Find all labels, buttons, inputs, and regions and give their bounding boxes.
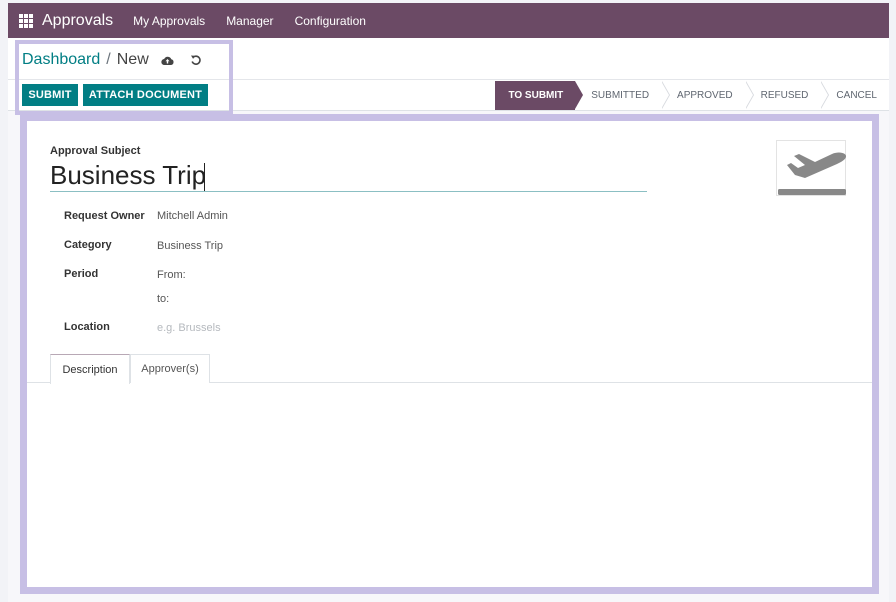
stage-label: SUBMITTED — [591, 90, 650, 101]
stage-submitted[interactable]: SUBMITTED — [575, 81, 671, 110]
stage-refused[interactable]: REFUSED — [744, 81, 830, 110]
category-image[interactable] — [776, 140, 847, 196]
status-bar: TO SUBMIT SUBMITTED APPROVED REFUSED CAN… — [495, 81, 883, 110]
request-owner-label: Request Owner — [64, 210, 145, 222]
breadcrumb: Dashboard / New — [22, 49, 203, 71]
stage-cancel[interactable]: CANCEL — [820, 81, 883, 110]
period-from-field[interactable]: From: — [157, 269, 186, 281]
stage-label: REFUSED — [760, 90, 809, 101]
form-sheet: Approval Subject Request Owner Mitchell … — [27, 121, 872, 587]
stage-label: APPROVED — [677, 90, 733, 101]
airplane-departure-icon — [778, 152, 847, 195]
stage-label: TO SUBMIT — [508, 90, 564, 101]
tab-description[interactable]: Description — [50, 354, 130, 384]
highlight-box-form: Approval Subject Request Owner Mitchell … — [20, 114, 879, 594]
cloud-upload-icon[interactable] — [161, 53, 175, 67]
control-panel-divider — [8, 79, 889, 80]
breadcrumb-dashboard[interactable]: Dashboard — [22, 51, 100, 69]
control-panel: Dashboard / New SUBMIT ATTACH DOCUMENT T… — [8, 38, 889, 111]
app-brand[interactable]: Approvals — [42, 12, 113, 30]
stage-approved[interactable]: APPROVED — [661, 81, 754, 110]
location-label: Location — [64, 321, 110, 333]
category-value[interactable]: Business Trip — [157, 240, 223, 252]
breadcrumb-current: New — [116, 51, 149, 68]
undo-icon[interactable] — [189, 53, 203, 67]
app-window: Approvals My Approvals Manager Configura… — [8, 3, 889, 602]
category-label: Category — [64, 239, 112, 251]
request-owner-value[interactable]: Mitchell Admin — [157, 210, 228, 222]
nav-my-approvals[interactable]: My Approvals — [133, 14, 205, 28]
nav-configuration[interactable]: Configuration — [295, 14, 366, 28]
period-to-field[interactable]: to: — [157, 293, 169, 305]
apps-grid-icon[interactable] — [19, 13, 33, 28]
text-caret — [204, 163, 205, 191]
submit-button[interactable]: SUBMIT — [22, 84, 78, 106]
tab-approvers[interactable]: Approver(s) — [130, 354, 210, 383]
attach-document-button[interactable]: ATTACH DOCUMENT — [83, 84, 208, 106]
breadcrumb-separator: / — [106, 51, 111, 68]
approval-subject-label: Approval Subject — [50, 145, 141, 157]
period-label: Period — [64, 268, 99, 280]
nav-manager[interactable]: Manager — [226, 14, 273, 28]
top-navbar: Approvals My Approvals Manager Configura… — [8, 3, 889, 38]
approval-subject-input[interactable] — [50, 160, 647, 192]
stage-to-submit[interactable]: TO SUBMIT — [495, 81, 584, 110]
stage-label: CANCEL — [836, 90, 877, 101]
location-input[interactable]: e.g. Brussels — [157, 322, 221, 334]
notebook-tabs: Description Approver(s) — [27, 354, 872, 384]
